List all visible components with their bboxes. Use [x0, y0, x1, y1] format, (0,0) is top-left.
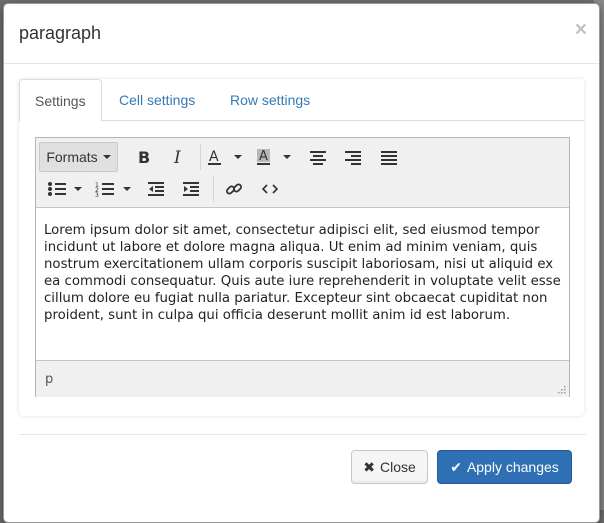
tab-cell-settings[interactable]: Cell settings	[104, 79, 210, 121]
checkmark-icon: ✔	[450, 458, 462, 475]
svg-text:I: I	[173, 148, 181, 166]
tab-row-settings[interactable]: Row settings	[215, 79, 325, 121]
outdent-button[interactable]	[141, 175, 171, 203]
indent-button[interactable]	[176, 175, 206, 203]
toolbar-divider	[213, 176, 214, 202]
toolbar-divider	[200, 144, 201, 170]
source-code-icon	[261, 184, 279, 194]
svg-text:A: A	[259, 149, 268, 164]
align-right-button[interactable]	[338, 143, 368, 171]
close-icon: ✖	[363, 458, 375, 475]
formats-label: Formats	[46, 149, 98, 165]
numbered-list-button[interactable]: 1 2 3	[93, 175, 137, 203]
chevron-down-icon	[102, 155, 111, 159]
modal-title: paragraph	[19, 23, 102, 43]
background-color-button[interactable]: A	[253, 143, 297, 171]
apply-button-label: Apply changes	[466, 459, 559, 475]
element-path[interactable]: p	[45, 372, 53, 387]
svg-text:A: A	[209, 149, 219, 165]
tab-bar: Settings Cell settings Row settings	[19, 79, 584, 122]
source-code-button[interactable]	[255, 175, 285, 203]
align-center-button[interactable]	[303, 143, 333, 171]
editor-statusbar: p	[36, 360, 569, 397]
bullet-list-button[interactable]	[44, 175, 88, 203]
editor-content[interactable]: Lorem ipsum dolor sit amet, consectetur …	[36, 208, 569, 360]
footer-divider	[19, 434, 586, 435]
resize-handle-icon[interactable]	[556, 384, 566, 394]
close-button-label: Close	[379, 459, 416, 475]
editor-toolbar: Formats B I A A 1 2 3	[36, 138, 569, 208]
align-right-icon	[345, 151, 361, 165]
align-justify-button[interactable]	[374, 143, 404, 171]
close-icon[interactable]: ×	[575, 19, 587, 40]
bold-icon: B	[138, 148, 150, 166]
numbered-list-icon: 1 2 3	[95, 182, 131, 198]
formats-dropdown[interactable]: Formats	[39, 142, 118, 172]
svg-text:B: B	[138, 148, 150, 166]
modal-header: paragraph ×	[4, 4, 599, 64]
paragraph-modal: paragraph × Settings Cell settings Row s…	[3, 3, 600, 523]
indent-icon	[183, 182, 199, 196]
background-color-icon: A	[257, 149, 291, 165]
align-center-icon	[310, 151, 326, 165]
link-button[interactable]	[219, 175, 249, 203]
italic-icon: I	[173, 148, 181, 166]
bullet-list-icon	[48, 182, 82, 196]
link-icon	[226, 183, 242, 195]
text-color-icon: A	[208, 149, 242, 165]
italic-button[interactable]: I	[163, 143, 193, 171]
tab-settings[interactable]: Settings	[19, 79, 102, 122]
align-justify-icon	[381, 151, 397, 165]
close-button[interactable]: ✖ Close	[351, 450, 428, 484]
bold-button[interactable]: B	[128, 143, 158, 171]
outdent-icon	[148, 182, 164, 196]
rich-text-editor: Formats B I A A 1 2 3 Lorem ipsum dolor …	[35, 137, 570, 397]
settings-panel: Settings Cell settings Row settings Form…	[19, 79, 584, 416]
svg-text:3: 3	[95, 192, 99, 198]
text-color-button[interactable]: A	[204, 143, 248, 171]
apply-changes-button[interactable]: ✔ Apply changes	[437, 450, 572, 484]
